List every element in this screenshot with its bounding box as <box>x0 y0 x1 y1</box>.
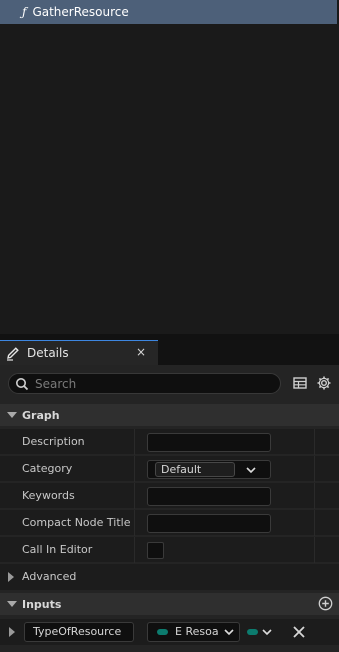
input-name-field[interactable]: TypeOfResource <box>24 622 134 642</box>
chevron-down-icon <box>224 629 234 636</box>
section-inputs-label: Inputs <box>22 597 62 611</box>
details-panel: Graph Description Category Default Keywo… <box>0 365 339 652</box>
input-row-typeofresource: TypeOfResource E Resoa <box>0 619 339 645</box>
chevron-down-icon[interactable] <box>261 626 273 638</box>
prop-row-keywords: Keywords <box>0 483 339 509</box>
category-combo[interactable]: Default <box>147 460 271 479</box>
close-icon[interactable]: × <box>136 345 146 359</box>
prop-label-keywords: Keywords <box>22 489 75 502</box>
section-graph[interactable]: Graph <box>0 404 339 426</box>
input-type-selector[interactable]: E Resoa <box>147 622 240 642</box>
collapse-arrow-icon <box>7 601 17 607</box>
pencil-icon <box>7 347 19 361</box>
collapse-arrow-icon <box>7 412 17 418</box>
gear-icon[interactable] <box>316 375 332 391</box>
input-type-label: E Resoa <box>175 625 219 638</box>
section-advanced[interactable]: Advanced <box>0 564 339 590</box>
remove-input-icon[interactable] <box>292 625 306 639</box>
details-tab-bar: Details × <box>0 340 339 365</box>
tab-details[interactable]: Details × <box>0 340 158 365</box>
tab-details-label: Details <box>27 346 69 360</box>
functions-panel: ƒ GatherResource <box>0 0 339 334</box>
function-icon: ƒ <box>22 5 27 19</box>
prop-row-description: Description <box>0 429 339 455</box>
description-field[interactable] <box>147 433 271 452</box>
pin-type-icon <box>157 629 168 635</box>
container-type-icon[interactable] <box>247 629 258 635</box>
search-icon <box>16 377 29 390</box>
section-inputs[interactable]: Inputs <box>0 593 339 615</box>
prop-label-category: Category <box>22 462 73 475</box>
prop-label-compact-node-title: Compact Node Title <box>22 516 131 529</box>
call-in-editor-checkbox[interactable] <box>147 542 164 559</box>
expand-arrow-icon[interactable] <box>9 627 15 637</box>
search-box[interactable] <box>8 373 281 394</box>
table-view-icon[interactable] <box>292 375 308 391</box>
keywords-field[interactable] <box>147 487 271 506</box>
category-value[interactable]: Default <box>155 462 235 477</box>
prop-label-description: Description <box>22 435 85 448</box>
expand-arrow-icon <box>8 572 14 582</box>
compact-node-title-field[interactable] <box>147 514 271 533</box>
prop-row-call-in-editor: Call In Editor <box>0 537 339 563</box>
prop-row-category: Category Default <box>0 456 339 482</box>
function-item-gatherresource[interactable]: ƒ GatherResource <box>0 0 337 24</box>
prop-label-call-in-editor: Call In Editor <box>22 543 93 556</box>
section-advanced-label: Advanced <box>22 570 77 583</box>
function-item-label: GatherResource <box>32 5 129 19</box>
chevron-down-icon[interactable] <box>245 464 257 476</box>
prop-row-compact-node-title: Compact Node Title <box>0 510 339 536</box>
add-input-icon[interactable] <box>318 596 333 611</box>
section-graph-label: Graph <box>22 408 60 422</box>
search-input[interactable] <box>35 376 265 391</box>
